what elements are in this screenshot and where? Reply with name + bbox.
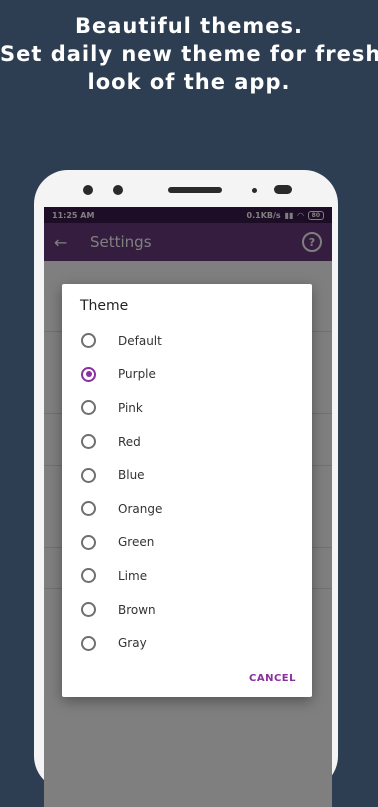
theme-option-gray[interactable]: Gray: [62, 626, 312, 660]
earpiece-speaker: [168, 187, 222, 193]
headline-line-2: Set daily new theme for fresh: [0, 42, 378, 66]
theme-option-orange[interactable]: Orange: [62, 492, 312, 526]
headline-line-3: look of the app.: [87, 70, 291, 94]
option-label: Default: [118, 333, 162, 348]
option-label: Blue: [118, 468, 145, 483]
radio-button-checked[interactable]: [81, 366, 96, 382]
option-label: Lime: [118, 568, 148, 583]
theme-option-lime[interactable]: Lime: [62, 559, 312, 593]
front-sensor-icon: [113, 185, 123, 195]
front-camera-icon: [83, 185, 93, 195]
radio-button[interactable]: [81, 434, 96, 450]
theme-option-brown[interactable]: Brown: [62, 593, 312, 627]
option-label: Red: [118, 434, 141, 449]
theme-options: Default Purple Pink Red Blue Orange Gree…: [62, 324, 312, 660]
radio-button[interactable]: [81, 568, 96, 584]
radio-button[interactable]: [81, 467, 96, 483]
headline-line-1: Beautiful themes.: [74, 14, 304, 38]
dialog-title: Theme: [80, 298, 129, 314]
proximity-sensor: [252, 188, 257, 193]
option-label: Brown: [118, 602, 156, 617]
option-label: Gray: [118, 636, 147, 651]
radio-button[interactable]: [81, 333, 96, 349]
theme-option-purple[interactable]: Purple: [62, 358, 312, 392]
option-label: Purple: [118, 367, 156, 382]
theme-option-blue[interactable]: Blue: [62, 458, 312, 492]
flash-indicator: [274, 185, 292, 194]
theme-option-green[interactable]: Green: [62, 526, 312, 560]
radio-button[interactable]: [81, 635, 96, 651]
radio-button[interactable]: [81, 534, 96, 550]
theme-option-default[interactable]: Default: [62, 324, 312, 358]
radio-button[interactable]: [81, 501, 96, 517]
theme-option-pink[interactable]: Pink: [62, 391, 312, 425]
option-label: Pink: [118, 400, 143, 415]
radio-button[interactable]: [81, 602, 96, 618]
option-label: Green: [118, 535, 155, 550]
theme-option-red[interactable]: Red: [62, 425, 312, 459]
cancel-button[interactable]: CANCEL: [249, 673, 296, 684]
radio-button[interactable]: [81, 400, 96, 416]
option-label: Orange: [118, 501, 163, 516]
promo-headline: Beautiful themes. Set daily new theme fo…: [0, 12, 378, 96]
theme-dialog: Theme Default Purple Pink Red Blue Orang…: [62, 284, 312, 697]
